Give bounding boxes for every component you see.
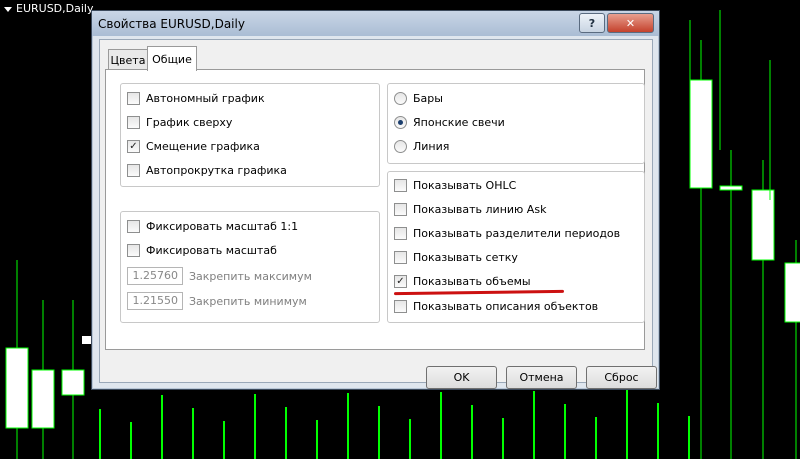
candle-body [61, 369, 85, 396]
radio-label: Бары [413, 92, 443, 105]
option-label: Фиксировать масштаб 1:1 [146, 220, 299, 233]
candle-body [719, 185, 743, 191]
candle-body [5, 347, 29, 429]
checkbox-show-volumes[interactable]: ✓ [394, 275, 407, 288]
checkbox-show-ask-line[interactable] [394, 203, 407, 216]
properties-dialog: Свойства EURUSD,Daily ? ✕ Цвета Общие Ав… [91, 10, 660, 390]
option-chart-on-top[interactable]: График сверху [127, 116, 232, 129]
candle-body [689, 79, 713, 189]
checkbox-show-grid[interactable] [394, 251, 407, 264]
dropdown-arrow-icon[interactable] [4, 6, 12, 12]
reset-button[interactable]: Сброс [586, 366, 657, 389]
chart-symbol-label: EURUSD,Daily [4, 2, 93, 15]
option-label: Смещение графика [146, 140, 260, 153]
scale-group: Фиксировать масштаб 1:1 Фиксировать масш… [120, 211, 380, 323]
option-label: Автопрокрутка графика [146, 164, 287, 177]
option-label: Фиксировать масштаб [146, 244, 277, 257]
red-underline-highlight [393, 289, 565, 296]
checkbox-show-object-descriptions[interactable] [394, 300, 407, 313]
dialog-titlebar[interactable]: Свойства EURUSD,Daily ? ✕ [92, 11, 659, 36]
option-label: График сверху [146, 116, 233, 129]
checkbox-autoscroll[interactable] [127, 164, 140, 177]
checkbox-chart-shift[interactable]: ✓ [127, 140, 140, 153]
radio-bars-row[interactable]: Бары [394, 92, 443, 105]
fix-max-row: 1.25760 Закрепить максимум [127, 267, 312, 285]
option-label: Автономный график [146, 92, 265, 105]
option-label: Показывать OHLC [413, 179, 517, 192]
dialog-title: Свойства EURUSD,Daily [98, 17, 245, 31]
show-options-group: Показывать OHLC Показывать линию Ask Пок… [387, 171, 645, 323]
checkbox-offline-chart[interactable] [127, 92, 140, 105]
option-show-ask-line[interactable]: Показывать линию Ask [394, 203, 546, 216]
option-chart-shift[interactable]: ✓ Смещение графика [127, 140, 260, 153]
option-label: Показывать объемы [413, 275, 531, 288]
radio-line[interactable] [394, 140, 407, 153]
checkbox-show-period-separators[interactable] [394, 227, 407, 240]
fix-max-input[interactable]: 1.25760 [127, 267, 183, 285]
fix-min-input[interactable]: 1.21550 [127, 292, 183, 310]
option-offline-chart[interactable]: Автономный график [127, 92, 265, 105]
chart-type-group: Бары Японские свечи Линия [387, 83, 645, 164]
option-label: Показывать сетку [413, 251, 518, 264]
close-icon: ✕ [625, 16, 636, 30]
checkbox-show-ohlc[interactable] [394, 179, 407, 192]
close-button[interactable]: ✕ [607, 13, 654, 33]
option-fix-scale[interactable]: Фиксировать масштаб [127, 244, 277, 257]
help-button[interactable]: ? [579, 13, 605, 33]
radio-selected-dot [398, 120, 403, 125]
option-show-object-descriptions[interactable]: Показывать описания объектов [394, 300, 598, 313]
fix-min-label: Закрепить минимум [189, 294, 307, 308]
candle-body [784, 262, 800, 323]
option-show-period-separators[interactable]: Показывать разделители периодов [394, 227, 620, 240]
checkmark-icon: ✓ [396, 275, 405, 287]
checkbox-fix-scale-1-1[interactable] [127, 220, 140, 233]
radio-bars[interactable] [394, 92, 407, 105]
fix-max-label: Закрепить максимум [189, 269, 312, 283]
ok-button[interactable]: OK [426, 366, 497, 389]
option-show-volumes[interactable]: ✓ Показывать объемы [394, 275, 531, 288]
option-label: Показывать линию Ask [413, 203, 547, 216]
candle-body [31, 369, 55, 429]
checkbox-fix-scale[interactable] [127, 244, 140, 257]
fix-min-row: 1.21550 Закрепить минимум [127, 292, 307, 310]
option-show-ohlc[interactable]: Показывать OHLC [394, 179, 516, 192]
chart-symbol-text: EURUSD,Daily [16, 2, 94, 15]
checkbox-chart-on-top[interactable] [127, 116, 140, 129]
option-autoscroll[interactable]: Автопрокрутка графика [127, 164, 287, 177]
radio-line-row[interactable]: Линия [394, 140, 449, 153]
radio-candles[interactable] [394, 116, 407, 129]
candle-body [751, 189, 775, 261]
tab-general[interactable]: Общие [147, 46, 197, 71]
dialog-client: Цвета Общие Автономный график График све… [99, 39, 657, 389]
chart-options-group: Автономный график График сверху ✓ Смещен… [120, 83, 380, 187]
option-label: Показывать разделители периодов [413, 227, 621, 240]
radio-label: Линия [413, 140, 450, 153]
radio-label: Японские свечи [413, 116, 505, 129]
option-label: Показывать описания объектов [413, 300, 599, 313]
option-fix-scale-1-1[interactable]: Фиксировать масштаб 1:1 [127, 220, 298, 233]
checkmark-icon: ✓ [129, 140, 138, 152]
tab-colors[interactable]: Цвета [108, 49, 148, 70]
radio-candles-row[interactable]: Японские свечи [394, 116, 505, 129]
price-marker [82, 336, 91, 344]
cancel-button[interactable]: Отмена [506, 366, 577, 389]
option-show-grid[interactable]: Показывать сетку [394, 251, 518, 264]
general-tab-panel: Автономный график График сверху ✓ Смещен… [105, 69, 645, 350]
